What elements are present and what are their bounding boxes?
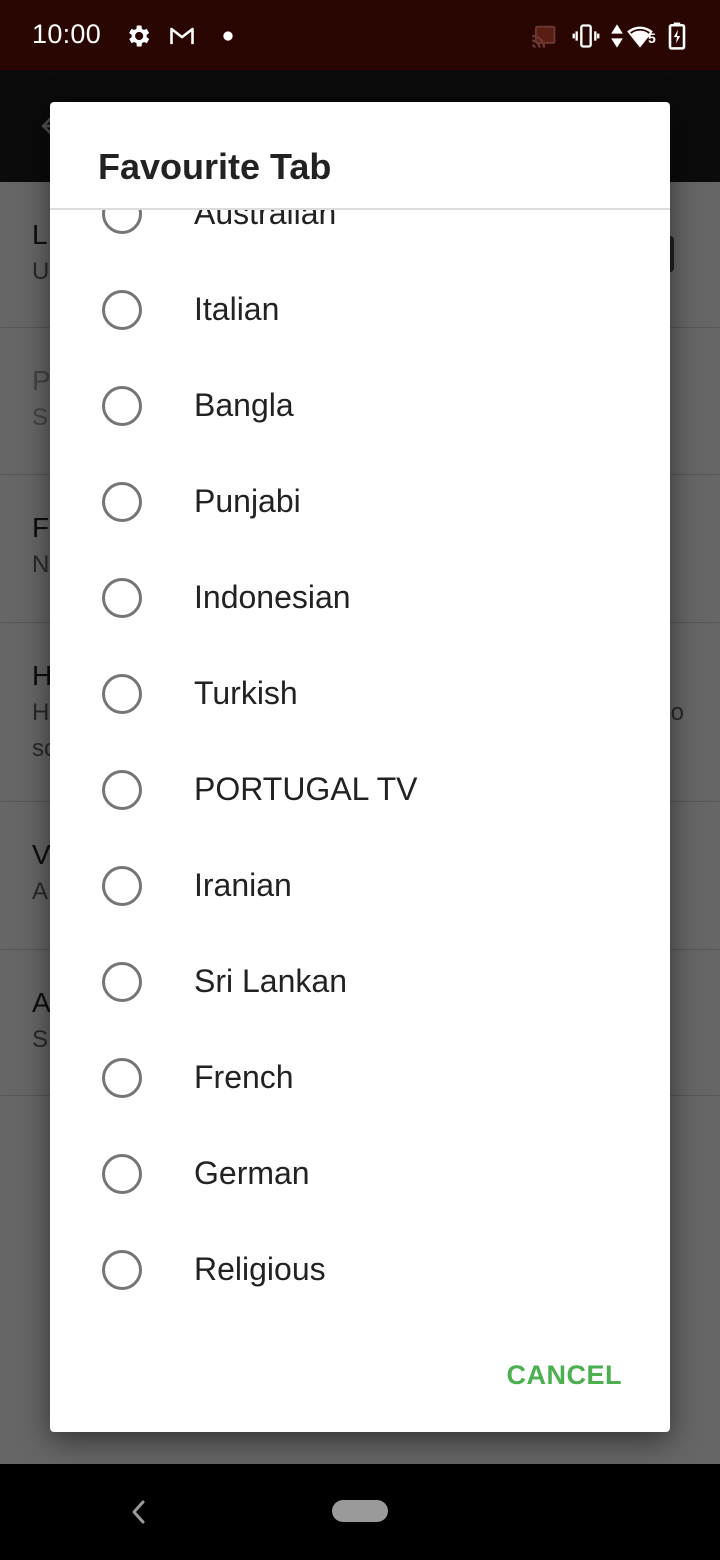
option-item[interactable]: French (50, 1029, 670, 1125)
settings-gear-icon (129, 25, 150, 47)
option-label: Australian (194, 210, 337, 231)
nav-home-pill-icon[interactable] (332, 1500, 388, 1522)
radio-button-icon[interactable] (102, 674, 142, 714)
radio-button-icon[interactable] (102, 866, 142, 906)
radio-button-icon[interactable] (102, 1058, 142, 1098)
option-item[interactable]: Sri Lankan (50, 933, 670, 1029)
radio-button-icon[interactable] (102, 1250, 142, 1290)
cast-icon (532, 25, 556, 48)
option-label: French (194, 1059, 294, 1095)
dialog-title: Favourite Tab (98, 146, 332, 187)
status-time: 10:00 (32, 19, 102, 49)
option-label: Turkish (194, 675, 298, 711)
status-bar: 10:00 5 (0, 0, 720, 70)
radio-button-icon[interactable] (102, 1154, 142, 1194)
option-label: Bangla (194, 387, 294, 423)
radio-button-icon[interactable] (102, 962, 142, 1002)
option-item[interactable]: Italian (50, 261, 670, 357)
option-label: Sri Lankan (194, 963, 347, 999)
option-label: Iranian (194, 867, 292, 903)
gmail-icon (170, 27, 194, 45)
radio-button-icon[interactable] (102, 770, 142, 810)
option-label: Punjabi (194, 483, 301, 519)
radio-button-icon[interactable] (102, 210, 142, 234)
option-item[interactable]: Indonesian (50, 549, 670, 645)
option-item[interactable]: Punjabi (50, 453, 670, 549)
radio-button-icon[interactable] (102, 386, 142, 426)
option-label: Religious (194, 1251, 326, 1287)
option-item[interactable]: Iranian (50, 837, 670, 933)
option-list[interactable]: Australian Italian Bangla Punjabi Indonesian… (50, 210, 670, 1322)
option-item[interactable]: PORTUGAL TV (50, 741, 670, 837)
option-label: Italian (194, 291, 280, 327)
option-item[interactable]: Australian (50, 210, 670, 261)
favourite-tab-dialog: Favourite Tab Australian Italian Bangla Pun… (50, 102, 670, 1432)
option-label: Indonesian (194, 579, 351, 615)
option-item[interactable]: Religious (50, 1221, 670, 1317)
wifi-badge: 5 (648, 30, 656, 46)
vibrate-icon (572, 24, 600, 48)
option-label: German (194, 1155, 310, 1191)
battery-charging-icon (668, 22, 686, 50)
option-label: PORTUGAL TV (194, 771, 418, 807)
option-item[interactable]: Bangla (50, 357, 670, 453)
notification-dot-icon (223, 31, 233, 41)
option-item[interactable]: Turkish (50, 645, 670, 741)
option-item[interactable]: German (50, 1125, 670, 1221)
radio-button-icon[interactable] (102, 290, 142, 330)
cancel-button[interactable]: CANCEL (507, 1360, 623, 1391)
data-activity-icon (611, 24, 623, 48)
nav-back-icon[interactable] (128, 1498, 148, 1526)
radio-button-icon[interactable] (102, 482, 142, 522)
radio-button-icon[interactable] (102, 578, 142, 618)
